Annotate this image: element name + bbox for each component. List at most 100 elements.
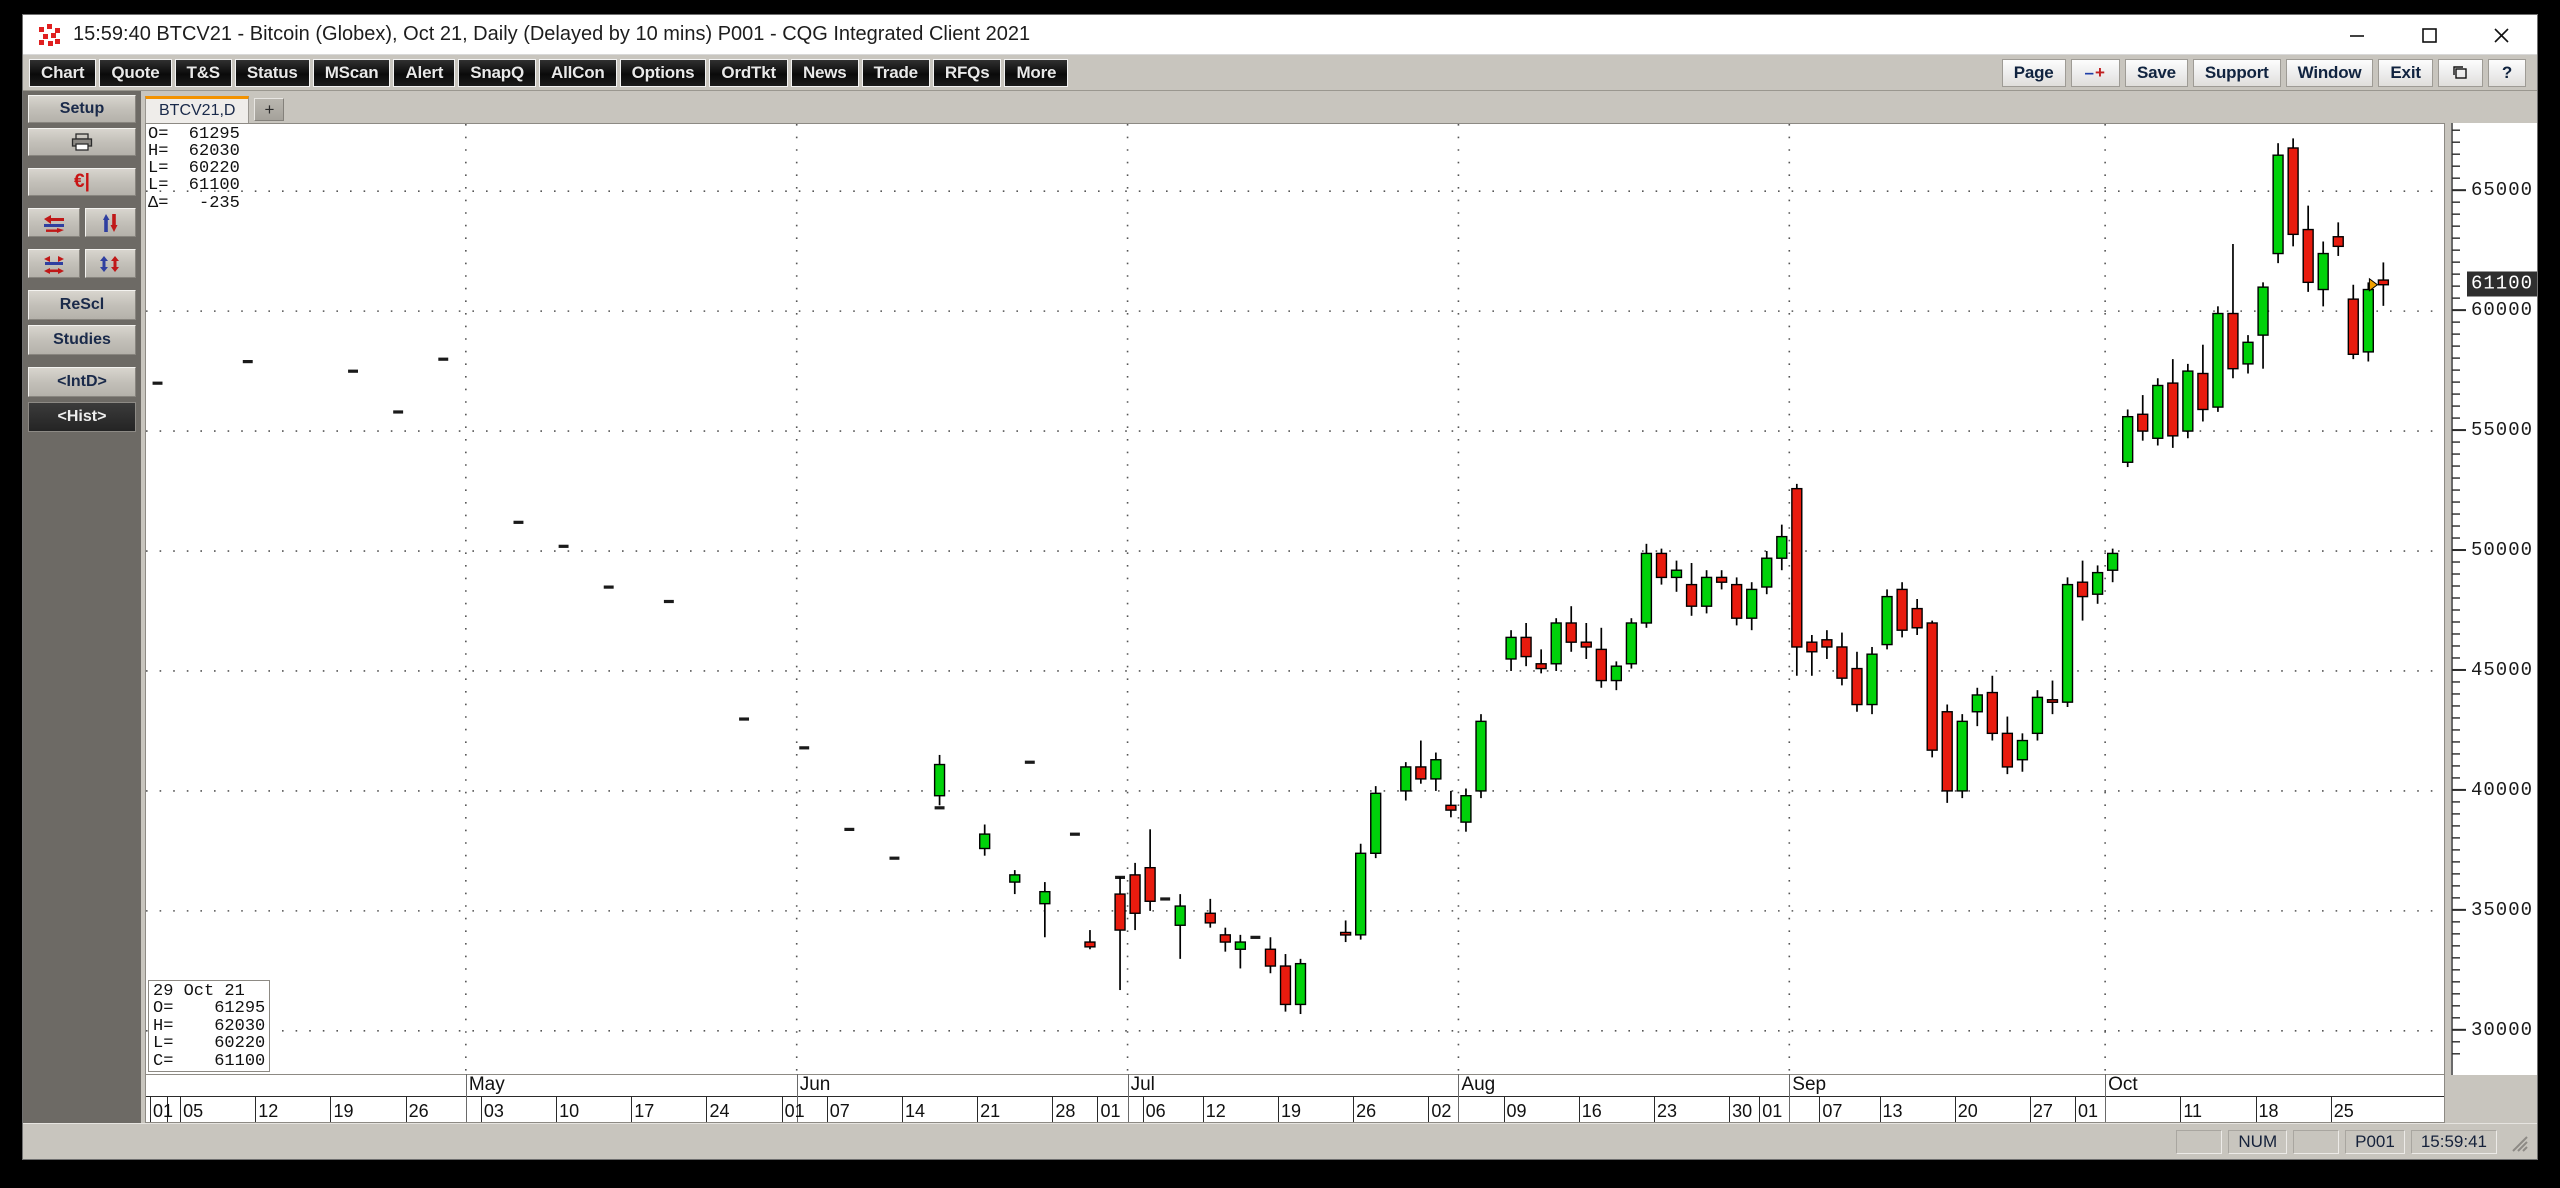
status-num-indicator: NUM <box>2228 1129 2288 1154</box>
time-axis-month-divider <box>465 1074 467 1122</box>
sidebar-studies[interactable]: Studies <box>28 325 136 355</box>
support-button[interactable]: Support <box>2192 58 2281 87</box>
toolbar-button-quote[interactable]: Quote <box>99 58 172 87</box>
time-axis-month-label: May <box>468 1074 505 1095</box>
status-clock: 15:59:41 <box>2410 1129 2497 1154</box>
sidebar-gap-4 <box>28 283 136 290</box>
shift-vertical-icon <box>103 213 118 232</box>
time-axis-day-label: 01 <box>2078 1101 2099 1121</box>
toolbar-button-news[interactable]: News <box>790 58 859 87</box>
price-tick-label: 45000 <box>2470 658 2533 681</box>
exit-button[interactable]: Exit <box>2378 58 2433 87</box>
toolbar-button-ordtkt[interactable]: OrdTkt <box>709 58 788 87</box>
sidebar-setup[interactable]: Setup <box>28 95 136 123</box>
price-axis-ticks <box>2451 123 2466 1075</box>
toolbar-button-snapq[interactable]: SnapQ <box>458 58 537 87</box>
status-cell-blank-2 <box>2293 1129 2340 1154</box>
window-button[interactable]: Window <box>2285 58 2374 87</box>
toolbar-button-rfqs[interactable]: RFQs <box>932 58 1002 87</box>
time-axis-day-label: 09 <box>1506 1101 1527 1121</box>
price-axis[interactable]: 65000 60000 55000 50000 45000 40000 35000 30000… <box>2451 123 2537 1075</box>
toolbar-button-chart[interactable]: Chart <box>29 58 97 87</box>
toolbar-button-more[interactable]: More <box>1004 58 1069 87</box>
time-axis-day-label: 02 <box>1431 1101 1452 1121</box>
restore-window-icon[interactable] <box>2437 58 2483 87</box>
time-axis-day-label: 19 <box>333 1101 354 1121</box>
toolbar-button-trade[interactable]: Trade <box>861 58 930 87</box>
sidebar-shift-vertical[interactable] <box>84 208 136 237</box>
window-title: 15:59:40 BTCV21 - Bitcoin (Globex), Oct … <box>73 23 1031 45</box>
tab-btcv21d[interactable]: BTCV21,D <box>145 96 250 123</box>
time-axis-day-label: 19 <box>1280 1101 1301 1121</box>
time-axis-day-label: 27 <box>2032 1101 2053 1121</box>
toolbar-button-status[interactable]: Status <box>234 58 310 87</box>
time-axis-month-label: Oct <box>2108 1074 2138 1095</box>
euro-icon: €| <box>74 171 90 192</box>
sidebar-rescale[interactable]: ReScl <box>28 290 136 320</box>
sidebar-currency[interactable]: €| <box>28 168 136 196</box>
zoom-button[interactable]: –+ <box>2070 58 2120 87</box>
time-axis-day-label: 21 <box>980 1101 1001 1121</box>
time-axis-day-label: 07 <box>1822 1101 1843 1121</box>
time-axis-month-divider <box>1127 1074 1129 1122</box>
price-tick-label: 40000 <box>2470 778 2533 801</box>
time-axis[interactable]: May Jun Jul Aug Sep Oct 01 05 12 19 26 03 10 17 24 01 07… <box>145 1074 2445 1123</box>
sidebar-gap-2 <box>28 201 136 208</box>
sidebar-gap-1 <box>28 161 136 168</box>
price-tick-label: 65000 <box>2470 179 2533 202</box>
chart-plot-area[interactable]: O= 61295 H= 62030 L= 60220 L= 61100 Δ= -… <box>145 123 2445 1075</box>
main-body: Setup €| ReScl Studies <IntD> <Hist> BTC… <box>23 91 2537 1123</box>
current-price-marker: 61100 <box>2466 271 2537 297</box>
time-axis-day-label: 01 <box>153 1101 174 1121</box>
sidebar-compress-vertical[interactable] <box>84 249 136 278</box>
printer-icon <box>71 133 93 151</box>
time-axis-day-label: 01 <box>1100 1101 1121 1121</box>
close-icon[interactable] <box>2465 15 2537 55</box>
time-axis-month-label: Jun <box>799 1074 831 1095</box>
sidebar-compress-horizontal[interactable] <box>28 249 80 278</box>
toolbar-button-alert[interactable]: Alert <box>393 58 456 87</box>
shift-horizontal-icon <box>43 214 64 233</box>
resize-grip[interactable] <box>2505 1129 2531 1155</box>
help-button[interactable]: ? <box>2487 58 2526 87</box>
ohlc-readout-top: O= 61295 H= 62030 L= 60220 L= 61100 Δ= -… <box>148 125 240 213</box>
status-page-indicator: P001 <box>2345 1129 2405 1154</box>
time-axis-row: May Jun Jul Aug Sep Oct 01 05 12 19 26 03 10 17 24 01 07… <box>145 1074 2531 1123</box>
time-axis-day-label: 28 <box>1055 1101 1076 1121</box>
save-button[interactable]: Save <box>2124 58 2188 87</box>
time-axis-day-label: 13 <box>1882 1101 1903 1121</box>
title-bar: 15:59:40 BTCV21 - Bitcoin (Globex), Oct … <box>23 15 2537 55</box>
status-bar: NUM P001 15:59:41 <box>23 1123 2537 1159</box>
sidebar-shift-horizontal[interactable] <box>28 208 80 237</box>
toolbar-button-mscan[interactable]: MScan <box>312 58 391 87</box>
toolbar-button-ts[interactable]: T&S <box>174 58 232 87</box>
time-axis-day-label: 10 <box>559 1101 580 1121</box>
toolbar-right-group: Page –+ Save Support Window Exit ? <box>2001 58 2531 87</box>
sidebar-gap-3 <box>28 242 136 249</box>
sidebar-historical[interactable]: <Hist> <box>28 402 136 432</box>
maximize-icon[interactable] <box>2393 15 2465 55</box>
time-axis-day-label: 25 <box>2333 1101 2354 1121</box>
time-axis-month-divider <box>1458 1074 1460 1122</box>
time-axis-day-label: 03 <box>483 1101 504 1121</box>
time-axis-day-label: 01 <box>784 1101 805 1121</box>
time-axis-day-label: 26 <box>408 1101 429 1121</box>
time-axis-day-label: 14 <box>904 1101 925 1121</box>
add-tab-button[interactable]: + <box>254 98 285 121</box>
candlestick-series <box>152 138 2390 1015</box>
time-axis-day-label: 16 <box>1581 1101 1602 1121</box>
sidebar-compress-row <box>28 249 136 278</box>
time-axis-day-label: 12 <box>1205 1101 1226 1121</box>
chart-sidebar: Setup €| ReScl Studies <IntD> <Hist> <box>23 91 141 1123</box>
status-cell-blank-1 <box>2176 1129 2223 1154</box>
price-tick-label: 50000 <box>2470 539 2533 562</box>
sidebar-intraday[interactable]: <IntD> <box>28 367 136 397</box>
minimize-icon[interactable] <box>2321 15 2393 55</box>
page-button[interactable]: Page <box>2001 58 2066 87</box>
compress-vertical-icon <box>100 255 120 272</box>
sidebar-print[interactable] <box>28 128 136 156</box>
sidebar-gap-5 <box>28 360 136 367</box>
toolbar-button-allcon[interactable]: AllCon <box>539 58 617 87</box>
sidebar-filler <box>23 437 141 1123</box>
toolbar-button-options[interactable]: Options <box>619 58 707 87</box>
